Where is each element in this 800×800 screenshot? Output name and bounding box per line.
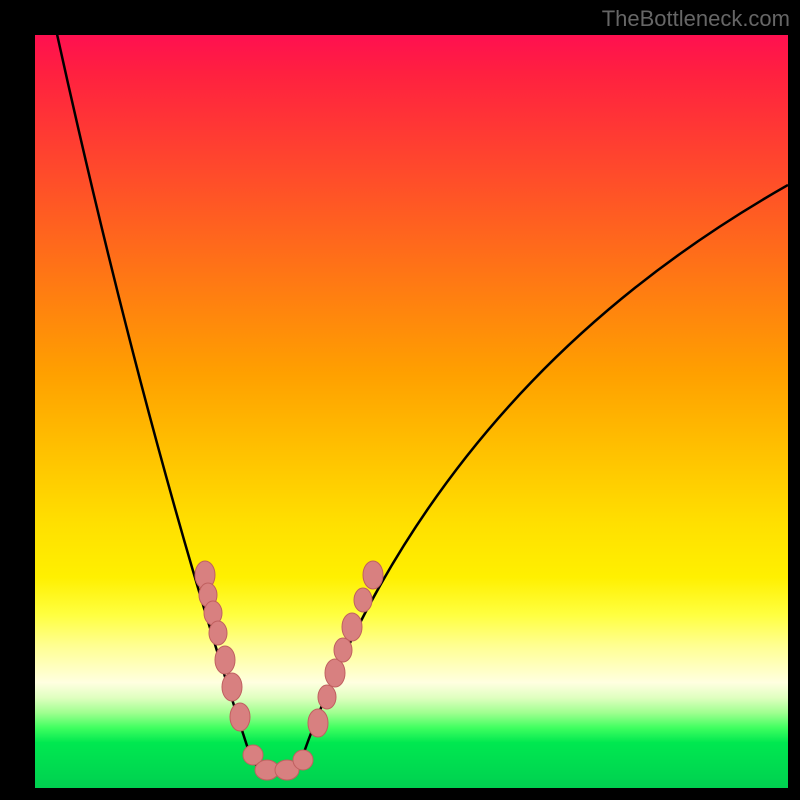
data-marker xyxy=(363,561,383,589)
data-markers xyxy=(35,35,788,788)
data-marker xyxy=(342,613,362,641)
data-marker xyxy=(230,703,250,731)
data-marker xyxy=(209,621,227,645)
data-marker xyxy=(354,588,372,612)
data-marker xyxy=(325,659,345,687)
data-marker xyxy=(215,646,235,674)
data-marker xyxy=(334,638,352,662)
data-marker xyxy=(222,673,242,701)
data-marker xyxy=(293,750,313,770)
data-marker xyxy=(308,709,328,737)
watermark-text: TheBottleneck.com xyxy=(602,6,790,32)
data-marker xyxy=(318,685,336,709)
